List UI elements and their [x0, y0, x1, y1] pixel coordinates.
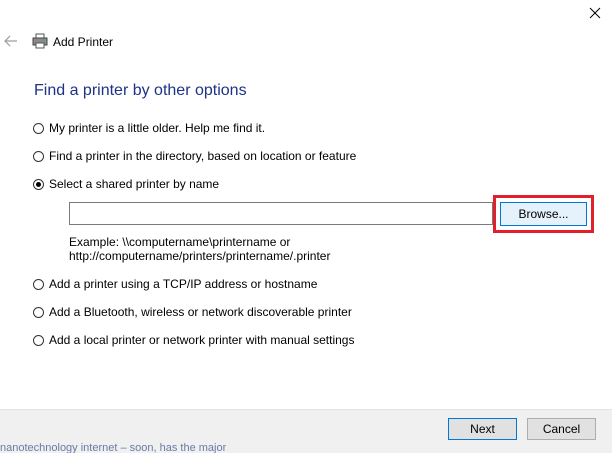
option-bluetooth-wireless[interactable]: Add a Bluetooth, wireless or network dis…: [33, 304, 352, 320]
printer-name-input[interactable]: [69, 202, 493, 225]
option-older-printer[interactable]: My printer is a little older. Help me fi…: [33, 120, 265, 136]
radio-button[interactable]: [33, 150, 44, 162]
cancel-button[interactable]: Cancel: [527, 418, 596, 440]
option-label: Find a printer in the directory, based o…: [49, 149, 357, 163]
radio-button[interactable]: [33, 306, 44, 318]
option-shared-printer[interactable]: Select a shared printer by name: [33, 176, 219, 192]
radio-button[interactable]: [33, 334, 44, 346]
back-arrow-icon[interactable]: [4, 34, 18, 48]
radio-button[interactable]: [33, 122, 44, 134]
browse-button[interactable]: Browse...: [500, 202, 587, 226]
option-tcpip[interactable]: Add a printer using a TCP/IP address or …: [33, 276, 317, 292]
radio-button-selected[interactable]: [33, 178, 44, 190]
option-local-manual[interactable]: Add a local printer or network printer w…: [33, 332, 354, 348]
example-line-2: http://computername/printers/printername…: [69, 249, 331, 263]
option-label: My printer is a little older. Help me fi…: [49, 121, 266, 135]
example-text: Example: \\computername\printername or h…: [69, 235, 330, 263]
option-directory-search[interactable]: Find a printer in the directory, based o…: [33, 148, 356, 164]
window-title: Add Printer: [53, 35, 114, 49]
example-line-1: Example: \\computername\printername or: [69, 235, 291, 249]
printer-icon: [32, 33, 48, 49]
option-label: Select a shared printer by name: [49, 177, 220, 191]
page-heading: Find a printer by other options: [34, 82, 247, 99]
option-label: Add a printer using a TCP/IP address or …: [49, 277, 318, 291]
close-icon[interactable]: [586, 4, 604, 22]
option-label: Add a Bluetooth, wireless or network dis…: [49, 305, 352, 319]
next-button[interactable]: Next: [448, 418, 517, 440]
radio-button[interactable]: [33, 278, 44, 290]
option-label: Add a local printer or network printer w…: [49, 333, 355, 347]
background-window-text: nanotechnology internet – soon, has the …: [0, 443, 227, 453]
